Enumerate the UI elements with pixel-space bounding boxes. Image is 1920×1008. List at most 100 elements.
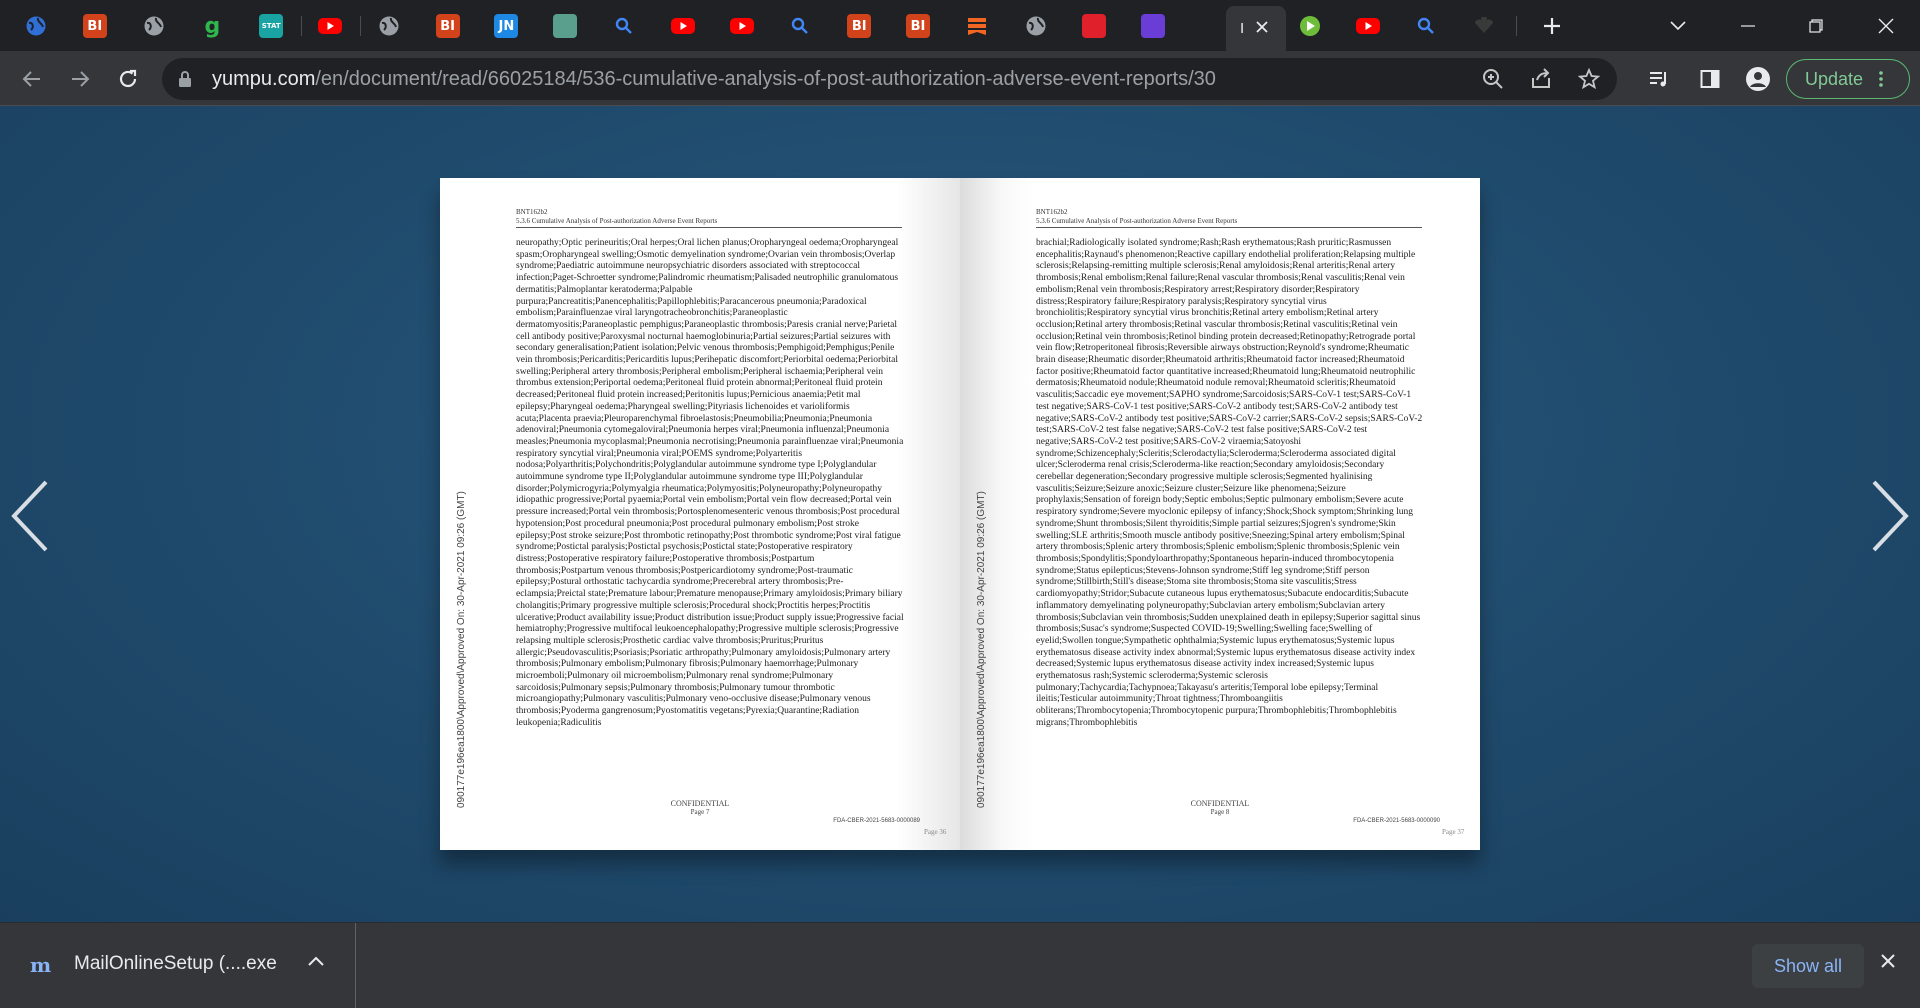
share-button[interactable] (1521, 59, 1561, 99)
globe-icon (377, 14, 401, 38)
arrow-left-icon (22, 71, 40, 87)
star-icon (1578, 68, 1600, 90)
close-tab-icon[interactable] (1256, 20, 1268, 37)
profile-button[interactable] (1738, 59, 1778, 99)
page-body-text: neuropathy;Optic perineuritis;Oral herpe… (516, 238, 904, 728)
new-tab-button[interactable] (1534, 8, 1570, 44)
tab-9[interactable]: JN (484, 8, 528, 44)
close-window-button[interactable] (1866, 8, 1906, 44)
tab-3[interactable] (132, 8, 176, 44)
forward-button[interactable] (60, 59, 100, 99)
approval-stamp-text: 090177e196ea1800\Approved\Approved On: 3… (456, 491, 467, 808)
reload-icon (119, 69, 137, 88)
chevron-right-icon (1872, 480, 1909, 552)
tab-6[interactable] (308, 8, 352, 44)
reload-button[interactable] (108, 59, 148, 99)
restore-icon (1809, 19, 1823, 33)
tab-13[interactable] (720, 8, 764, 44)
address-bar[interactable]: yumpu.com/en/document/read/66025184/536-… (162, 58, 1617, 100)
update-button[interactable]: Update (1786, 59, 1910, 99)
fda-reference: FDA-CBER-2021-5683-0000090 (1353, 818, 1440, 824)
tab-15[interactable]: BI (837, 8, 881, 44)
tab-18[interactable] (1014, 8, 1058, 44)
side-panel-button[interactable] (1690, 59, 1730, 99)
doc-id: BNT162b2 (1036, 208, 1068, 216)
tab-12[interactable] (661, 8, 705, 44)
back-button[interactable] (12, 59, 52, 99)
page-header: BNT162b2 5.3.6 Cumulative Analysis of Po… (516, 208, 902, 228)
download-item[interactable]: m MailOnlineSetup (....exe (0, 923, 356, 1008)
left-page: BNT162b2 5.3.6 Cumulative Analysis of Po… (440, 178, 960, 850)
previous-page-button[interactable] (0, 476, 60, 556)
youtube-icon (729, 14, 754, 38)
active-tab[interactable]: I (1226, 6, 1286, 51)
tab-strip: I BI g STAT BI JN BI BI (0, 0, 1920, 51)
tab-after-active-2[interactable] (1346, 8, 1390, 44)
zoom-button[interactable] (1473, 59, 1513, 99)
lock-icon[interactable] (178, 70, 192, 93)
search-icon (1414, 14, 1438, 38)
purple-logo-icon (1141, 14, 1166, 38)
plus-icon (1544, 18, 1560, 34)
tab-16[interactable]: BI (896, 8, 940, 44)
tab-after-active-3[interactable] (1404, 8, 1448, 44)
tab-19[interactable] (1072, 8, 1116, 44)
download-options-button[interactable] (308, 953, 324, 971)
confidential-label: CONFIDENTIAL (670, 799, 730, 808)
book-spread: BNT162b2 5.3.6 Cumulative Analysis of Po… (440, 178, 1480, 850)
chevron-left-icon (11, 480, 48, 552)
youtube-icon (670, 14, 695, 38)
tab-2[interactable]: BI (73, 8, 117, 44)
jn-logo-icon: JN (494, 14, 519, 38)
tab-1[interactable] (14, 8, 58, 44)
close-icon (1881, 954, 1895, 968)
restore-button[interactable] (1796, 8, 1836, 44)
tab-20[interactable] (1131, 8, 1175, 44)
tab-17[interactable] (955, 8, 999, 44)
tab-7[interactable] (367, 8, 411, 44)
page-number: Page 8 (1210, 808, 1230, 816)
page-header: BNT162b2 5.3.6 Cumulative Analysis of Po… (1036, 208, 1422, 228)
tab-14[interactable] (778, 8, 822, 44)
minimize-button[interactable] (1728, 8, 1768, 44)
close-icon (1878, 18, 1894, 34)
viewer-page-number: Page 37 (1442, 828, 1465, 836)
document-viewer: BNT162b2 5.3.6 Cumulative Analysis of Po… (0, 106, 1920, 922)
medical-logo-icon (553, 14, 578, 38)
search-icon (788, 14, 812, 38)
download-bar: m MailOnlineSetup (....exe Show all (0, 922, 1920, 1008)
tab-separator (301, 16, 303, 36)
tab-after-active-1[interactable] (1288, 8, 1332, 44)
approval-stamp: 090177e196ea1800\Approved\Approved On: 3… (444, 478, 467, 808)
tab-after-active-4[interactable] (1462, 8, 1506, 44)
doc-section: 5.3.6 Cumulative Analysis of Post-author… (516, 217, 718, 225)
browser-toolbar: yumpu.com/en/document/read/66025184/536-… (0, 51, 1920, 106)
tab-5[interactable]: STAT (249, 8, 293, 44)
show-all-button[interactable]: Show all (1752, 944, 1864, 988)
page-number: Page 7 (690, 808, 710, 816)
bi-logo-icon: BI (82, 14, 107, 38)
active-tab-title: I (1240, 20, 1245, 37)
bi-logo-icon: BI (906, 14, 930, 38)
url-host: yumpu.com (212, 68, 316, 90)
bi-logo-icon: BI (847, 14, 872, 38)
more-vert-icon (1879, 71, 1883, 87)
url-text[interactable]: yumpu.com/en/document/read/66025184/536-… (212, 58, 1216, 100)
media-controls-button[interactable] (1640, 59, 1680, 99)
confidential-footer: CONFIDENTIAL Page 7 (440, 799, 960, 816)
bookmark-button[interactable] (1569, 59, 1609, 99)
next-page-button[interactable] (1860, 476, 1920, 556)
side-panel-icon (1700, 70, 1720, 88)
close-download-bar-button[interactable] (1880, 953, 1896, 974)
tab-search-button[interactable] (1660, 8, 1696, 44)
avatar-icon (1746, 67, 1770, 91)
tab-8[interactable]: BI (426, 8, 470, 44)
tab-10[interactable] (543, 8, 587, 44)
playlist-icon (1650, 72, 1666, 87)
minimize-icon (1741, 25, 1755, 27)
youtube-icon (318, 14, 342, 38)
tab-11[interactable] (602, 8, 646, 44)
tab-4[interactable]: g (190, 8, 234, 44)
bi-logo-icon: BI (435, 14, 460, 38)
rumble-icon (1298, 14, 1322, 38)
